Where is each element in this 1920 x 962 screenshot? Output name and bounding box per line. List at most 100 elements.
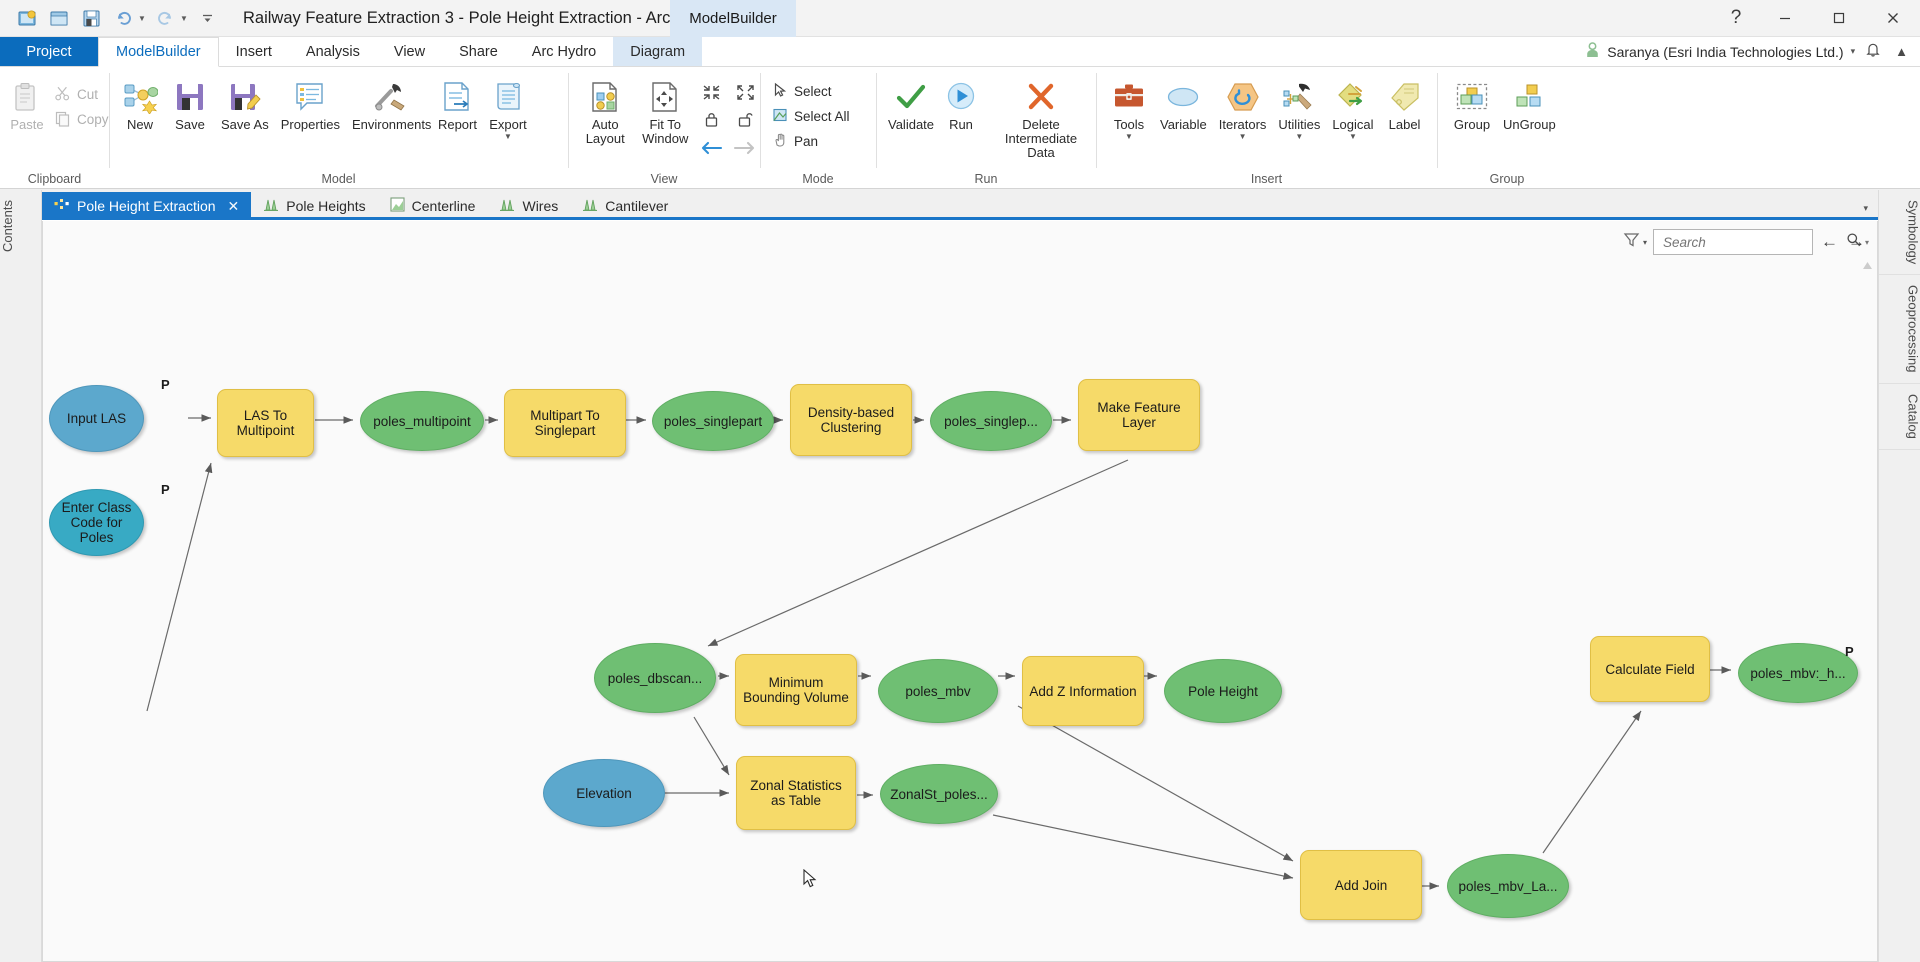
label-button[interactable]: Label <box>1380 76 1430 132</box>
variable-button[interactable]: Variable <box>1154 76 1213 132</box>
search-input[interactable] <box>1663 234 1842 250</box>
tab-diagram[interactable]: Diagram <box>613 37 703 66</box>
tab-arc-hydro[interactable]: Arc Hydro <box>515 37 613 66</box>
copy-button[interactable]: Copy <box>50 107 117 132</box>
chevron-up-icon[interactable]: ▲ <box>1891 44 1912 59</box>
redo-icon[interactable] <box>150 4 180 32</box>
node-input-las[interactable]: Input LAS <box>49 385 144 452</box>
iterators-button[interactable]: Iterators ▼ <box>1213 76 1273 141</box>
node-poles-mbv-h[interactable]: poles_mbv:_h... <box>1738 643 1858 703</box>
tab-view[interactable]: View <box>377 37 442 66</box>
select-button[interactable]: Select <box>768 79 858 104</box>
view-tabs-overflow-icon[interactable]: ▾ <box>1863 203 1868 214</box>
ungroup-button[interactable]: UnGroup <box>1497 76 1562 132</box>
fit-to-window-button[interactable]: Fit To Window <box>634 76 696 146</box>
symbology-tab[interactable]: Symbology <box>1878 190 1920 276</box>
customize-qat-icon[interactable] <box>192 4 222 32</box>
close-button[interactable] <box>1866 0 1920 37</box>
open-project-icon[interactable] <box>44 4 74 32</box>
lock-icon[interactable] <box>698 107 724 131</box>
contents-tab[interactable]: Contents <box>0 190 42 262</box>
node-enter-class-code[interactable]: Enter Class Code for Poles <box>49 489 144 556</box>
node-las-to-multipoint[interactable]: LAS To Multipoint <box>217 389 314 457</box>
node-poles-dbscan[interactable]: poles_dbscan... <box>594 643 716 713</box>
forward-arrow-icon[interactable] <box>732 136 758 160</box>
select-all-button[interactable]: Select All <box>768 104 858 129</box>
run-button[interactable]: Run <box>936 76 986 132</box>
iterators-dropdown-icon[interactable]: ▼ <box>1239 133 1247 141</box>
catalog-tab[interactable]: Catalog <box>1878 384 1920 450</box>
unlock-icon[interactable] <box>732 107 758 131</box>
utilities-button[interactable]: Utilities ▼ <box>1272 76 1326 141</box>
pan-button[interactable]: Pan <box>768 129 858 154</box>
node-make-feature-layer[interactable]: Make Feature Layer <box>1078 379 1200 451</box>
zoom-out-diagram-icon[interactable] <box>732 80 758 104</box>
environments-button[interactable]: Environments <box>346 76 432 132</box>
tab-insert[interactable]: Insert <box>219 37 289 66</box>
zoom-in-diagram-icon[interactable] <box>698 80 724 104</box>
delete-intermediate-data-button[interactable]: Delete Intermediate Data <box>986 76 1096 160</box>
new-model-button[interactable]: New <box>115 76 165 132</box>
view-tab-pole-heights[interactable]: Pole Heights <box>251 192 377 220</box>
geoprocessing-tab[interactable]: Geoprocessing <box>1878 275 1920 384</box>
minimize-button[interactable] <box>1758 0 1812 37</box>
properties-button[interactable]: Properties <box>275 76 346 132</box>
node-poles-multipoint[interactable]: poles_multipoint <box>360 391 484 451</box>
validate-button[interactable]: Validate <box>886 76 936 132</box>
tab-analysis[interactable]: Analysis <box>289 37 377 66</box>
help-button[interactable]: ? <box>1714 0 1758 37</box>
cut-button[interactable]: Cut <box>50 82 117 107</box>
utilities-dropdown-icon[interactable]: ▼ <box>1295 133 1303 141</box>
view-tab-pole-height-extraction[interactable]: Pole Height Extraction ✕ <box>42 192 252 220</box>
tools-dropdown-icon[interactable]: ▼ <box>1125 133 1133 141</box>
logical-button[interactable]: Logical ▼ <box>1326 76 1379 141</box>
filter-caret-icon[interactable]: ▾ <box>1643 238 1647 247</box>
bell-icon[interactable] <box>1865 41 1881 63</box>
tools-button[interactable]: Tools ▼ <box>1104 76 1154 141</box>
node-zonalst-poles[interactable]: ZonalSt_poles... <box>880 764 998 824</box>
filter-button[interactable]: ▾ <box>1623 231 1647 253</box>
save-project-icon[interactable] <box>76 4 106 32</box>
tab-modelbuilder[interactable]: ModelBuilder <box>98 37 219 67</box>
node-zonal-statistics-as-table[interactable]: Zonal Statistics as Table <box>736 756 856 830</box>
search-box[interactable]: ▾ <box>1653 229 1869 255</box>
view-tab-wires[interactable]: Wires <box>487 192 570 220</box>
node-density-based-clustering[interactable]: Density-based Clustering <box>790 384 912 456</box>
export-dropdown-icon[interactable]: ▼ <box>504 133 512 141</box>
back-arrow-icon[interactable] <box>698 136 724 160</box>
node-add-join[interactable]: Add Join <box>1300 850 1422 920</box>
save-button[interactable]: Save <box>165 76 215 132</box>
save-as-button[interactable]: Save As <box>215 76 275 132</box>
restore-button[interactable] <box>1812 0 1866 37</box>
undo-dropdown-icon[interactable]: ▼ <box>136 14 148 23</box>
model-canvas-area[interactable]: ▾ ▾ ← → <box>42 221 1878 962</box>
node-add-z-information[interactable]: Add Z Information <box>1022 656 1144 726</box>
report-button[interactable]: Report <box>432 76 483 132</box>
close-tab-icon[interactable]: ✕ <box>228 198 240 215</box>
new-project-icon[interactable] <box>12 4 42 32</box>
node-elevation[interactable]: Elevation <box>543 759 665 827</box>
node-calculate-field[interactable]: Calculate Field <box>1590 636 1710 702</box>
logical-dropdown-icon[interactable]: ▼ <box>1349 133 1357 141</box>
node-poles-mbv[interactable]: poles_mbv <box>878 659 998 723</box>
redo-dropdown-icon[interactable]: ▼ <box>178 14 190 23</box>
view-tab-centerline[interactable]: Centerline <box>378 192 488 220</box>
undo-icon[interactable] <box>108 4 138 32</box>
node-minimum-bounding-volume[interactable]: Minimum Bounding Volume <box>735 654 857 726</box>
account-menu[interactable]: Saranya (Esri India Technologies Ltd.) ▾ <box>1585 42 1855 61</box>
tab-share[interactable]: Share <box>442 37 515 66</box>
node-poles-mbv-la[interactable]: poles_mbv_La... <box>1447 854 1569 918</box>
node-poles-singlepart[interactable]: poles_singlepart <box>652 391 774 451</box>
tab-project[interactable]: Project <box>0 37 98 66</box>
view-tab-cantilever[interactable]: Cantilever <box>570 192 680 220</box>
group-button[interactable]: Group <box>1447 76 1497 132</box>
arrow-left-icon[interactable]: ← <box>1819 232 1840 252</box>
model-diagram[interactable]: Input LAS P Enter Class Code for Poles P… <box>43 221 1877 961</box>
node-poles-singlep[interactable]: poles_singlep... <box>930 391 1052 451</box>
node-pole-height[interactable]: Pole Height <box>1164 659 1282 723</box>
paste-button[interactable]: Paste <box>0 76 50 132</box>
auto-layout-button[interactable]: Auto Layout <box>576 76 634 146</box>
arrow-right-icon[interactable]: → <box>1846 232 1867 252</box>
node-multipart-to-singlepart[interactable]: Multipart To Singlepart <box>504 389 626 457</box>
export-button[interactable]: Export ▼ <box>483 76 533 141</box>
